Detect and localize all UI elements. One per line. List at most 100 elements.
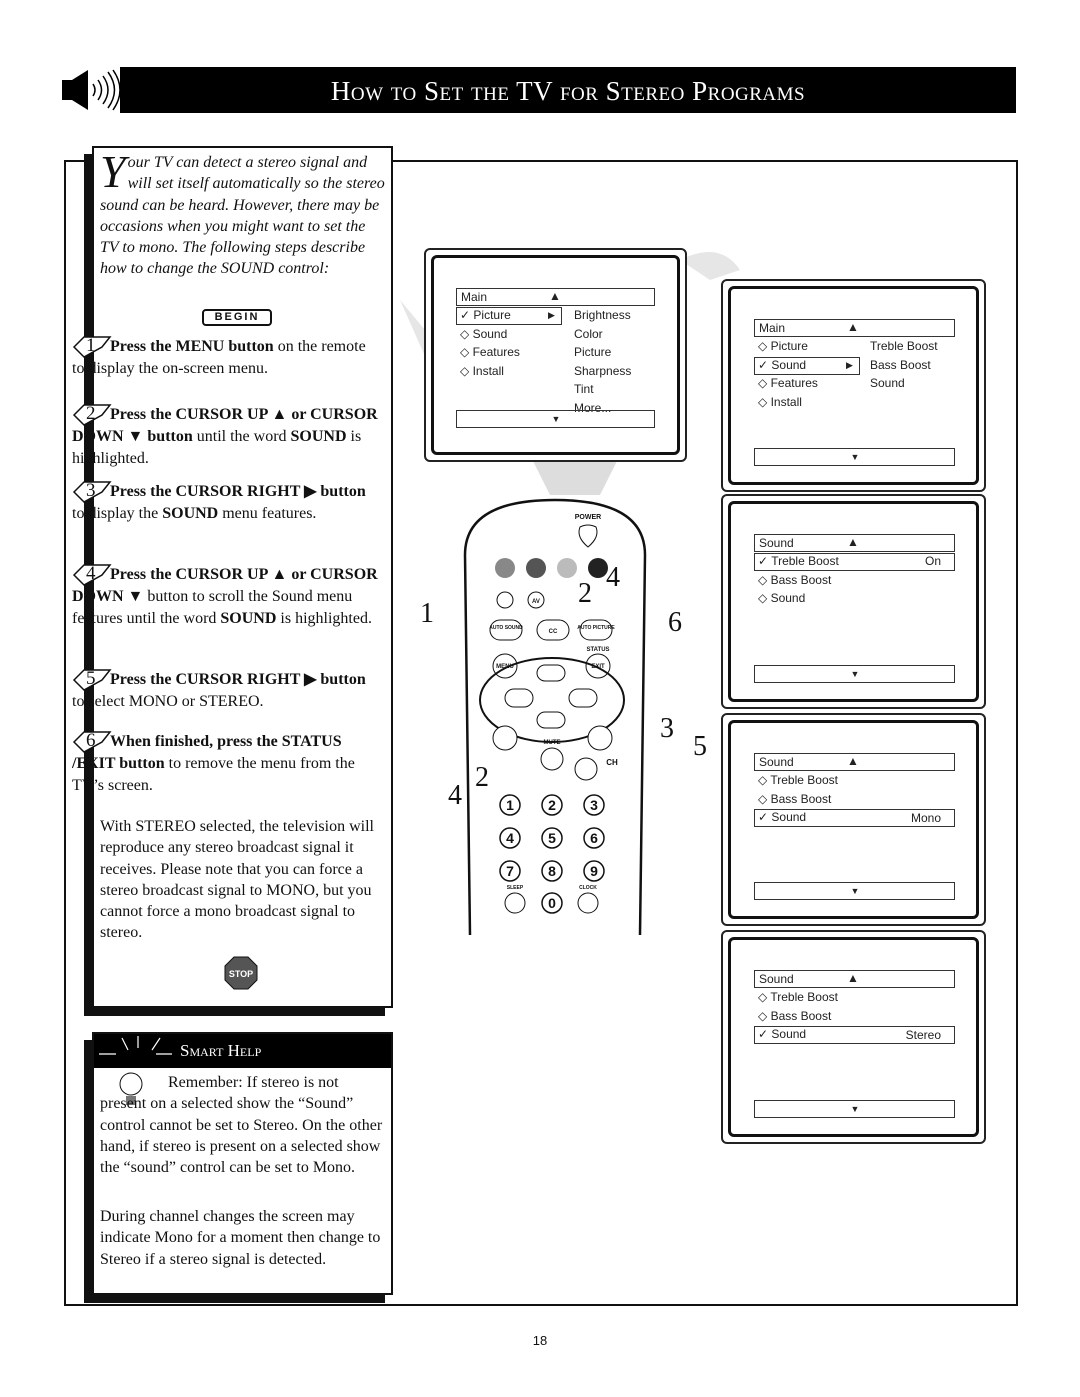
smiley-button[interactable]	[496, 591, 514, 609]
submenu-item: Picture	[574, 345, 612, 359]
menu-item[interactable]: ◇ Treble Boost	[758, 990, 838, 1004]
menu-item[interactable]: ◇ Sound	[460, 327, 507, 341]
diamond-icon: ◇	[758, 376, 768, 390]
clock-button[interactable]	[577, 892, 599, 914]
step-callout: 4	[606, 562, 620, 593]
color-button-1[interactable]	[495, 558, 515, 578]
menu-item[interactable]: ◇ Install	[758, 395, 802, 409]
menu-item[interactable]: ◇ Features	[758, 376, 818, 390]
menu-item-value: Stereo	[905, 1028, 941, 1042]
stop-label: STOP	[229, 969, 253, 979]
digit-label: 1	[506, 797, 514, 813]
diamond-icon: ◇	[758, 591, 768, 605]
instructions-panel: Your TV can detect a stereo signal and w…	[72, 146, 393, 1008]
menu-item[interactable]: ✓ Picture	[460, 308, 511, 322]
menu-item[interactable]: ✓ Treble Boost	[758, 554, 839, 568]
intro-body: our TV can detect a stereo signal and wi…	[100, 154, 385, 278]
digit-label: 8	[548, 863, 556, 879]
step-number-badge: 3	[72, 480, 112, 503]
cursor-right-button[interactable]	[568, 688, 598, 708]
step-callout: 3	[660, 713, 674, 744]
menu-footer: ▼	[754, 1100, 955, 1118]
down-arrow-icon: ▼	[850, 669, 860, 679]
up-arrow-icon: ▲	[847, 971, 859, 985]
menu-item[interactable]: ◇ Bass Boost	[758, 1009, 831, 1023]
step-number-badge: 6	[72, 730, 112, 753]
cc-label: CC	[549, 629, 558, 635]
menu-item[interactable]: ✓ Sound	[758, 1027, 806, 1041]
diamond-icon: ◇	[758, 1008, 768, 1023]
diamond-icon: ◇	[460, 363, 470, 378]
tv-screen-4: Sound ▲ ◇ Treble Boost ◇ Bass Boost ✓ Sound M…	[721, 713, 986, 926]
menu-item[interactable]: ◇ Picture	[758, 339, 808, 353]
menu-header: Main ▲	[456, 288, 655, 306]
diamond-icon: ◇	[758, 990, 768, 1004]
menu-item[interactable]: ◇ Bass Boost	[758, 792, 831, 806]
volume-up-button[interactable]	[492, 725, 518, 751]
diamond-icon: ◇	[758, 394, 768, 409]
color-button-4[interactable]	[588, 558, 608, 578]
up-arrow-icon: ▲	[549, 289, 561, 303]
submenu-item: Color	[574, 326, 603, 341]
cursor-up-button[interactable]	[536, 664, 566, 682]
step-6: 6 When finished, press the STATUS /EXIT b…	[72, 730, 355, 794]
menu-item[interactable]: ✓ Sound	[758, 358, 806, 372]
color-button-2[interactable]	[526, 558, 546, 578]
step-callout: 4	[448, 780, 462, 811]
mute-button[interactable]	[540, 747, 564, 771]
av-label: AV	[532, 599, 540, 605]
up-arrow-icon: ▲	[847, 754, 859, 768]
tv-screen-2: Main ▲ ◇ Picture ▶ ✓ Sound ◇ Features ◇ Instal…	[721, 279, 986, 492]
digit-label: 7	[506, 863, 514, 879]
menu-item[interactable]: ✓ Sound	[758, 810, 806, 824]
diamond-icon: ◇	[758, 339, 768, 353]
menu-item[interactable]: ◇ Sound	[758, 591, 805, 605]
step-callout: 5	[693, 731, 707, 762]
right-arrow-icon: ▶	[846, 359, 853, 370]
digit-label: 5	[548, 830, 556, 846]
diamond-icon: ◇	[460, 326, 470, 341]
digit-label: 4	[506, 830, 514, 846]
down-arrow-icon: ▼	[850, 886, 860, 896]
status-label: STATUS	[586, 647, 609, 653]
step-callout: 2	[475, 762, 489, 793]
menu-header: Sound ▲	[754, 534, 955, 552]
cursor-down-button[interactable]	[536, 711, 566, 729]
menu-footer: ▼	[754, 882, 955, 900]
diamond-icon: ◇	[758, 572, 768, 587]
step-number-badge: 2	[72, 403, 112, 426]
manual-page: How to Set the TV for Stereo Programs Yo…	[0, 0, 1080, 1397]
stereo-note: With STEREO selected, the television wil…	[100, 818, 374, 942]
menu-footer: ▼	[456, 410, 655, 428]
step-number-badge: 4	[72, 563, 112, 586]
digit-label: 0	[548, 895, 556, 911]
check-icon: ✓	[758, 810, 769, 824]
color-button-3[interactable]	[557, 558, 577, 578]
menu-item[interactable]: ◇ Bass Boost	[758, 573, 831, 587]
menu-item[interactable]: ◇ Treble Boost	[758, 773, 838, 787]
begin-badge: BEGIN	[202, 309, 272, 326]
channel-up-button[interactable]	[587, 725, 613, 751]
light-rays-icon	[99, 1036, 172, 1055]
step-4: 4 Press the CURSOR UP ▲ or CURSOR DOWN ▼ …	[72, 563, 378, 627]
digit-label: 9	[590, 863, 598, 879]
menu-header: Main ▲	[754, 319, 955, 337]
sleep-button[interactable]	[504, 892, 526, 914]
down-arrow-icon: ▼	[551, 414, 561, 424]
step-1: 1 Press the MENU button on the remote to …	[72, 335, 366, 377]
tv-screen-5: Sound ▲ ◇ Treble Boost ◇ Bass Boost ✓ Sound S…	[721, 930, 986, 1144]
smart-help-title: Smart Help	[180, 1041, 262, 1060]
page-number: 18	[532, 1333, 548, 1348]
step-callout: 6	[668, 607, 682, 638]
drop-cap: Y	[100, 146, 126, 197]
menu-item[interactable]: ◇ Features	[460, 345, 520, 359]
channel-down-button[interactable]	[574, 757, 598, 781]
menu-item[interactable]: ◇ Install	[460, 364, 504, 378]
menu-item-value: Mono	[910, 811, 941, 825]
digit-label: 3	[590, 797, 598, 813]
cursor-left-button[interactable]	[504, 688, 534, 708]
smart-help-box: Smart Help Remember: If stereo is not pr…	[92, 1032, 393, 1295]
submenu-item: Treble Boost	[870, 339, 938, 353]
step-callout: 1	[420, 598, 434, 629]
step-number-badge: 5	[72, 668, 112, 691]
